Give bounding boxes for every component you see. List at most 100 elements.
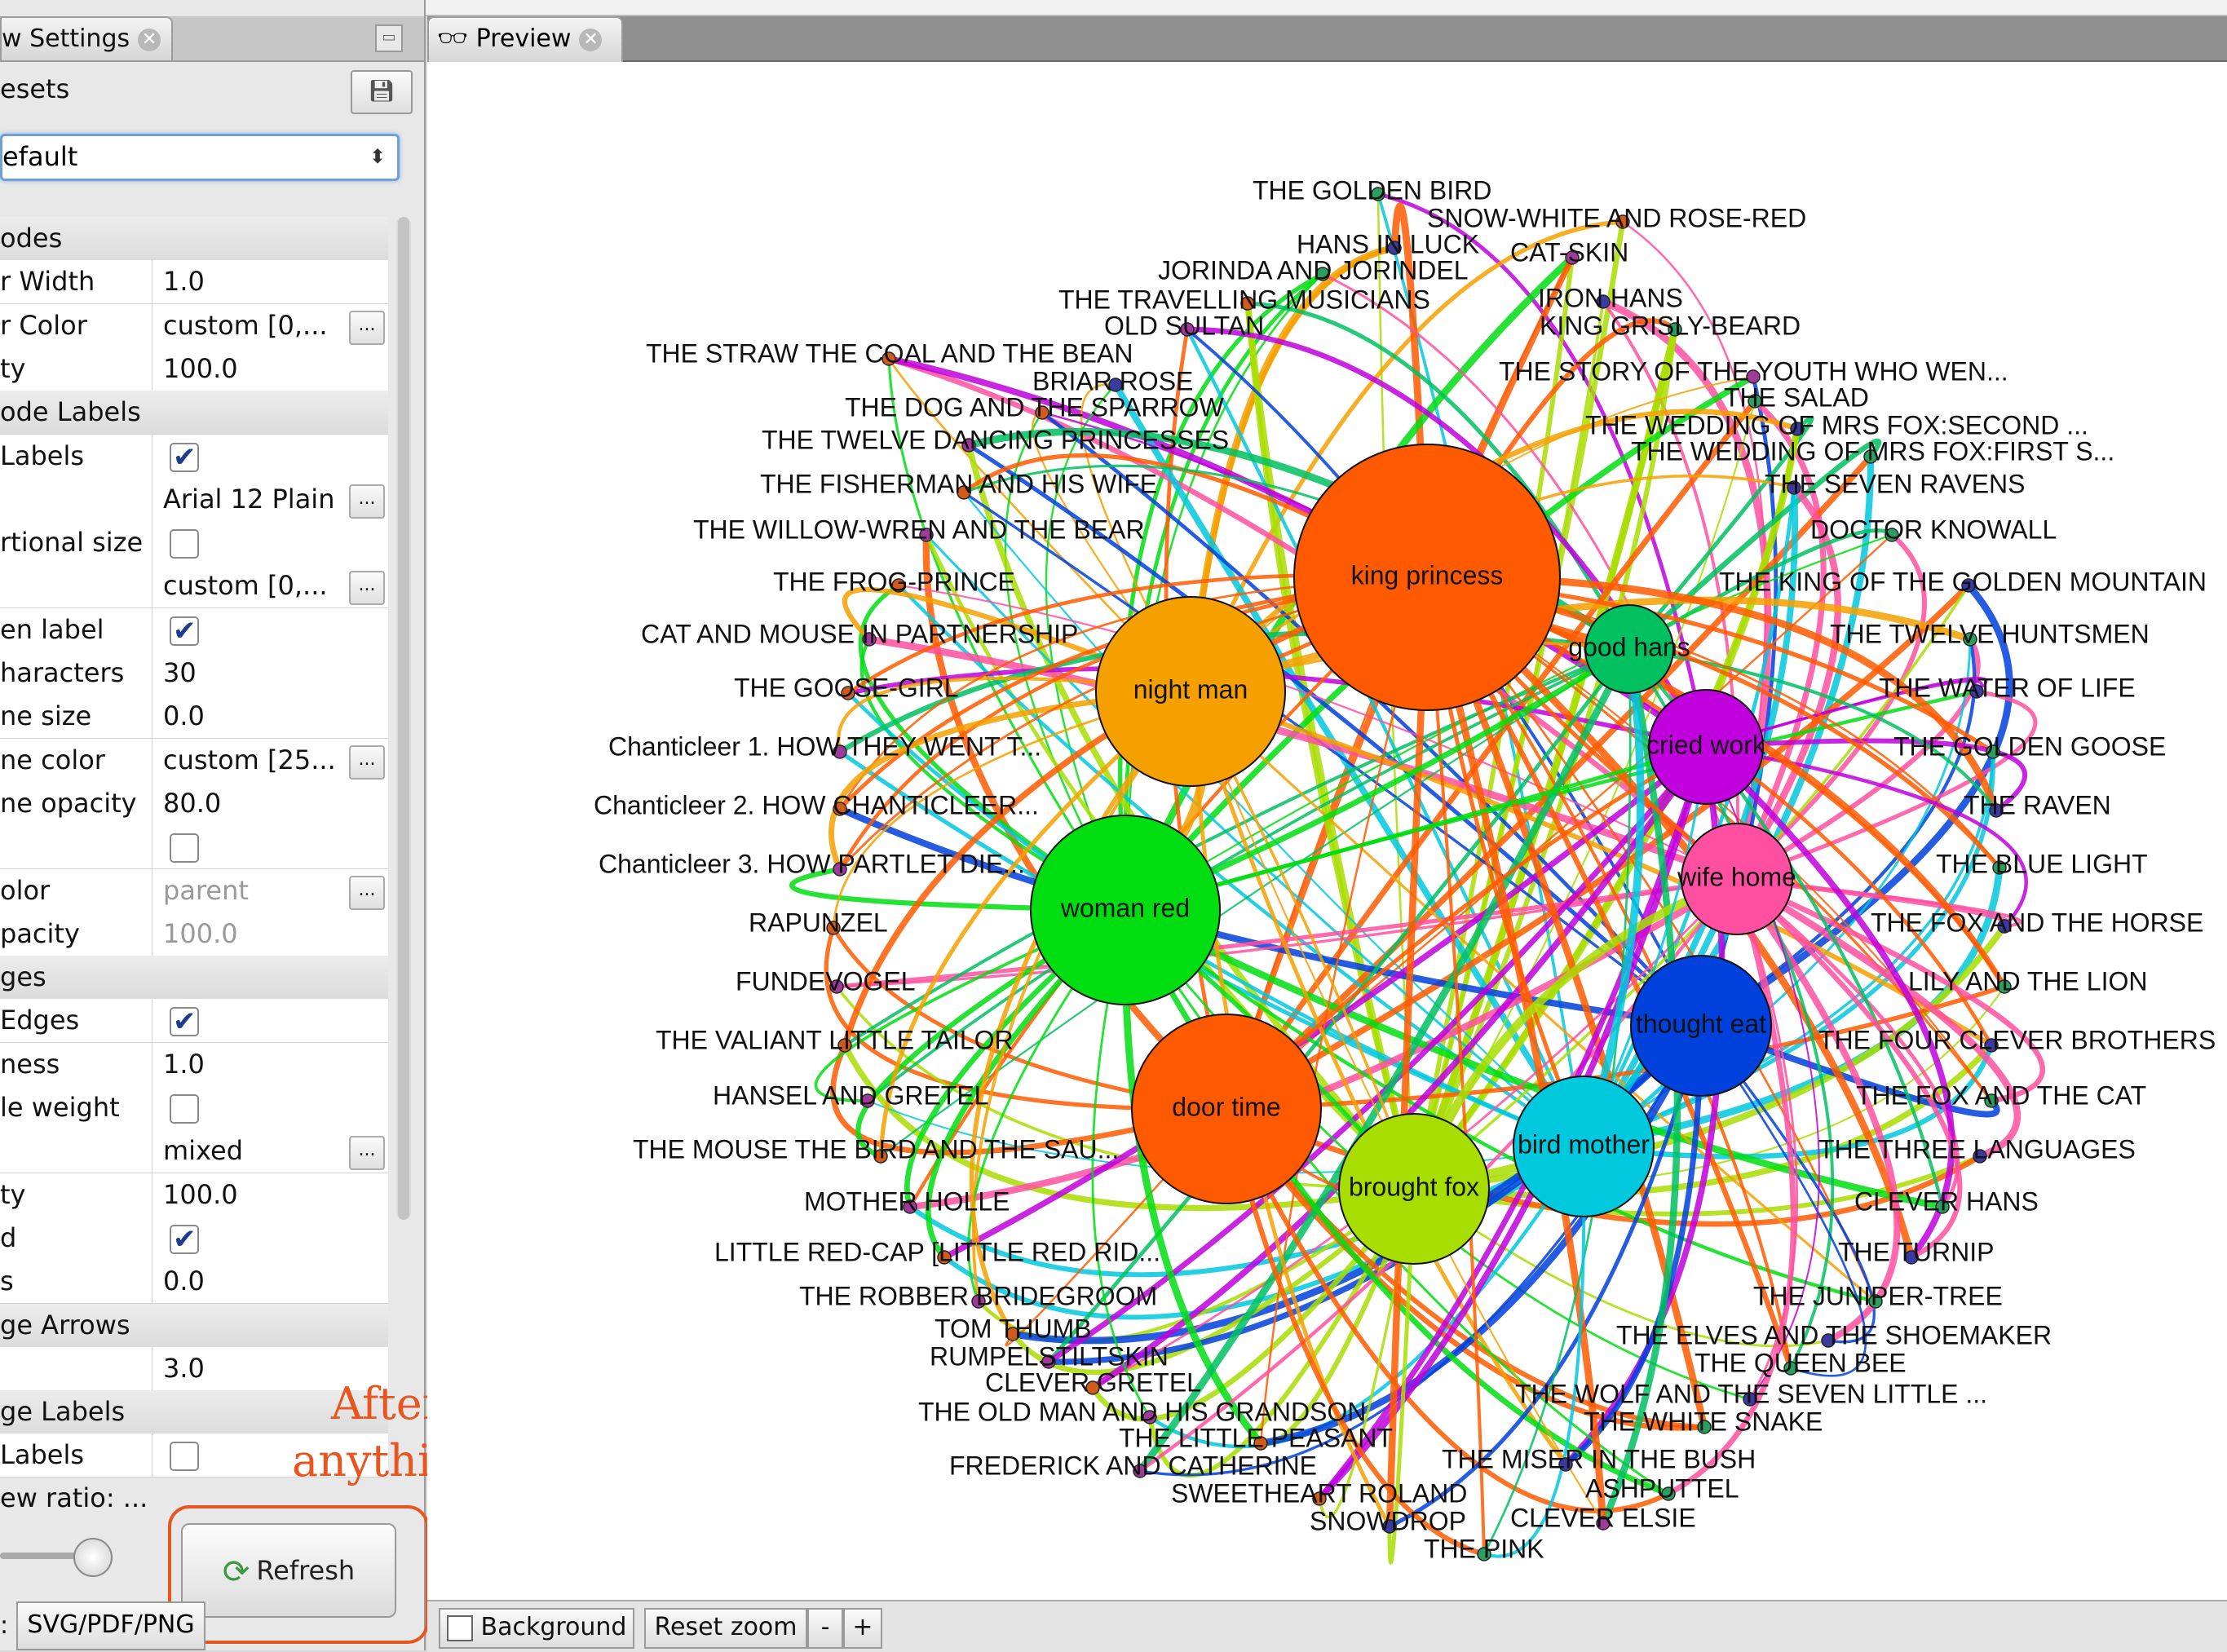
property-row[interactable]: custom [0,...... [0, 564, 388, 609]
property-value[interactable]: parent [163, 869, 344, 912]
property-value[interactable]: custom [25... [163, 739, 344, 782]
property-checkbox[interactable] [170, 1218, 199, 1261]
property-row[interactable]: Labels [0, 434, 388, 479]
property-row[interactable]: haracters 30 [0, 652, 388, 696]
zoom-in-button[interactable]: + [843, 1608, 882, 1649]
property-scrollbar-thumb[interactable] [398, 217, 409, 1220]
tab-preview-settings[interactable]: w Settings ✕ [0, 16, 173, 60]
property-row[interactable]: ne size 0.0 [0, 695, 388, 740]
property-value[interactable]: mixed [163, 1129, 344, 1173]
preset-select[interactable]: efault ⬍ [0, 134, 400, 181]
story-label: THE WEDDING OF MRS FOX:SECOND ... [1585, 410, 2088, 440]
property-row[interactable]: ne color custom [25...... [0, 738, 388, 783]
updown-arrows-icon: ⬍ [369, 145, 386, 168]
property-edit-button[interactable]: ... [349, 484, 385, 519]
tab-preview-settings-label: w Settings [2, 24, 130, 53]
property-row[interactable]: d [0, 1216, 388, 1261]
property-value[interactable]: 0.0 [163, 695, 344, 738]
property-checkbox[interactable] [170, 529, 199, 559]
background-toggle[interactable]: Background [439, 1608, 634, 1649]
story-label: OLD SULTAN [1104, 311, 1264, 340]
story-label: THE RAVEN [1964, 790, 2111, 819]
presets-label: esets [0, 73, 70, 104]
hub-label: brought fox [1349, 1172, 1479, 1201]
story-label: LITTLE RED-CAP [LITTLE RED RID... [714, 1237, 1160, 1266]
tab-preview[interactable]: 👓︎ Preview ✕ [427, 16, 623, 62]
property-row[interactable]: Edges [0, 999, 388, 1044]
property-checkbox[interactable] [170, 833, 199, 864]
property-value[interactable]: 80.0 [163, 782, 344, 825]
property-value[interactable]: 100.0 [163, 912, 344, 956]
save-preset-button[interactable]: 💾︎ [351, 70, 413, 114]
property-row[interactable]: le weight [0, 1086, 388, 1130]
property-value[interactable]: 1.0 [163, 1043, 344, 1086]
story-label: FUNDEVOGEL [736, 966, 915, 996]
property-value[interactable]: 100.0 [163, 1173, 344, 1217]
story-label: SWEETHEART ROLAND [1171, 1478, 1467, 1508]
property-row[interactable]: rtional size [0, 521, 388, 566]
property-value[interactable]: Arial 12 Plain [163, 478, 344, 521]
property-row[interactable]: Arial 12 Plain... [0, 477, 388, 522]
preview-ratio-slider-knob[interactable] [73, 1538, 113, 1577]
close-icon[interactable]: ✕ [579, 28, 603, 51]
property-row[interactable]: ness 1.0 [0, 1042, 388, 1087]
network-graph[interactable]: king princess night man woman red door time… [427, 62, 2227, 1600]
story-label: THE FOX AND THE HORSE [1871, 908, 2203, 937]
close-icon[interactable]: ✕ [138, 28, 161, 51]
property-checkbox[interactable] [170, 436, 199, 479]
property-name: ne color [0, 738, 152, 782]
property-row[interactable]: ty 100.0 [0, 1173, 388, 1217]
property-value[interactable]: 3.0 [163, 1347, 344, 1390]
background-checkbox[interactable] [446, 1614, 473, 1641]
story-label: Chanticleer 1. HOW THEY WENT T... [608, 731, 1041, 761]
property-edit-button[interactable]: ... [349, 571, 385, 606]
property-edit-button[interactable]: ... [349, 1136, 385, 1171]
minimize-panel-button[interactable]: ▭ [375, 24, 403, 52]
property-row[interactable]: en label [0, 607, 388, 652]
property-edit-button[interactable]: ... [349, 875, 385, 910]
property-row[interactable]: ty 100.0 [0, 347, 388, 391]
property-row[interactable]: 3.0 [0, 1346, 388, 1391]
save-icon: 💾︎ [368, 79, 395, 104]
property-row[interactable]: olor parent... [0, 868, 388, 913]
property-name: en label [0, 607, 152, 652]
property-value[interactable]: 0.0 [163, 1260, 344, 1303]
hub-label: good hans [1568, 632, 1690, 661]
reset-zoom-button[interactable]: Reset zoom [644, 1608, 807, 1649]
story-label: THE ELVES AND THE SHOEMAKER [1616, 1320, 2052, 1349]
property-row[interactable]: s 0.0 [0, 1260, 388, 1305]
property-edit-button[interactable]: ... [349, 744, 385, 780]
property-row[interactable]: pacity 100.0 [0, 912, 388, 956]
story-label: TOM THUMB [935, 1314, 1092, 1343]
story-label: SNOW-WHITE AND ROSE-RED [1427, 203, 1806, 232]
story-label: THE OLD MAN AND HIS GRANDSON [918, 1397, 1366, 1426]
property-name: Edges [0, 999, 152, 1043]
property-row[interactable]: ne opacity 80.0 [0, 781, 388, 826]
property-name: ness [0, 1042, 152, 1086]
property-checkbox[interactable] [170, 610, 199, 652]
property-row[interactable] [0, 825, 388, 870]
property-row[interactable]: r Color custom [0,...... [0, 303, 388, 348]
property-value[interactable]: custom [0,... [163, 564, 344, 607]
story-label: Chanticleer 2. HOW CHANTICLEER... [594, 790, 1039, 819]
property-value[interactable]: 30 [163, 652, 344, 695]
property-value[interactable]: 1.0 [163, 260, 344, 303]
property-checkbox[interactable] [170, 1442, 199, 1472]
property-edit-button[interactable]: ... [349, 310, 385, 345]
property-name: odes [0, 223, 63, 254]
export-button[interactable]: SVG/PDF/PNG [16, 1601, 205, 1650]
property-row[interactable]: mixed... [0, 1129, 388, 1174]
story-label: THE KING OF THE GOLDEN MOUNTAIN [1719, 567, 2207, 596]
story-label: THE ROBBER BRIDEGROOM [799, 1281, 1157, 1310]
story-label: IRON HANS [1538, 283, 1683, 312]
property-checkbox[interactable] [170, 1000, 199, 1043]
property-checkbox[interactable] [170, 1094, 199, 1124]
property-category: ode Labels [0, 391, 388, 435]
property-value[interactable]: 100.0 [163, 347, 344, 391]
property-value[interactable]: custom [0,... [163, 304, 344, 347]
story-label: HANS IN LUCK [1297, 229, 1479, 258]
property-row[interactable]: r Width 1.0 [0, 260, 388, 305]
property-name: ode Labels [0, 396, 141, 428]
zoom-out-button[interactable]: - [807, 1608, 843, 1649]
story-label: THE LITTLE PEASANT [1119, 1423, 1393, 1452]
